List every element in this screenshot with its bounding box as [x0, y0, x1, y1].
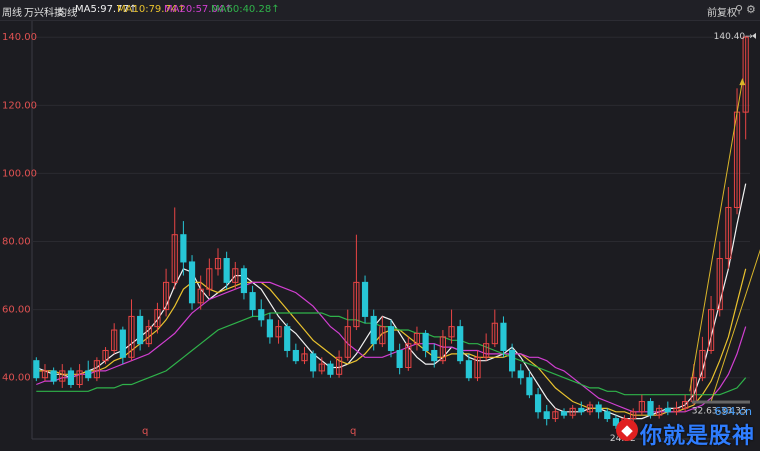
candle-body [119, 329, 126, 358]
lock-icon[interactable]: ⚲ [735, 3, 743, 16]
candle-body [67, 370, 75, 386]
candle-body [240, 268, 248, 294]
candle-body [387, 326, 395, 351]
candle-body [137, 315, 144, 345]
candle-body [396, 349, 403, 368]
candle-body [85, 370, 92, 379]
marker-q1: q [142, 426, 148, 437]
ma-label[interactable]: 均线 [57, 4, 77, 19]
gear-icon[interactable]: ⚙ [746, 3, 756, 16]
watermark: ◆ 694.cn 你就是股神 [614, 405, 760, 451]
candle-body [361, 281, 369, 317]
candle-body [180, 234, 187, 263]
ma60-value: MA60:40.28↑ [211, 4, 280, 15]
candle-body [310, 353, 317, 372]
candle-body [188, 261, 196, 304]
candle-body [509, 349, 516, 372]
arrowhead-icon [739, 78, 746, 86]
candle-body [457, 326, 464, 362]
candle-body [50, 370, 57, 382]
candle-body [595, 404, 602, 413]
marker-q2: q [350, 426, 356, 437]
y-tick-label: 60.00 [2, 305, 31, 316]
y-tick-label: 140.00 [2, 32, 37, 43]
annotations: 140.40→24.5232.63-33.35qq [142, 32, 756, 444]
moving-average-lines [36, 183, 747, 420]
candles [33, 35, 749, 429]
candle-body [517, 370, 524, 379]
candle-body [431, 349, 438, 362]
candle-body [223, 258, 230, 283]
candle-body [249, 292, 256, 311]
candle-body [33, 360, 40, 379]
candle-body [543, 411, 550, 420]
adjust-mode[interactable]: 前复权 [707, 4, 737, 19]
watermark-site: 694.cn [714, 405, 752, 418]
candle-body [370, 315, 377, 345]
candle-body [465, 360, 472, 379]
chart-header: 周线 万兴科技 均线 MA5:97.77↑ MA10:79.74↑ MA20:5… [0, 0, 760, 21]
watermark-text: 你就是股神 [640, 424, 756, 449]
chart-window: 周线 万兴科技 均线 MA5:97.77↑ MA10:79.74↑ MA20:5… [0, 0, 760, 451]
period-selector[interactable]: 周线 [2, 4, 22, 19]
candle-body [534, 394, 542, 413]
range-band [691, 400, 750, 404]
candle-body [500, 322, 507, 351]
candle-body [604, 411, 611, 420]
grid-lines [31, 21, 750, 440]
y-tick-label: 100.00 [2, 168, 37, 179]
candlestick-chart: 40.00 60.00 80.00 100.00 120.00 140.00 140.40… [2, 21, 760, 444]
candle-body [422, 332, 429, 351]
watermark-logo-icon: ◆ [616, 419, 638, 441]
candle-body [578, 407, 585, 413]
candle-body [258, 309, 265, 321]
y-tick-label: 40.00 [2, 373, 31, 384]
candle-body [284, 326, 291, 351]
y-tick-label: 120.00 [2, 100, 37, 111]
y-tick-label: 80.00 [2, 237, 31, 248]
max-price-label: 140.40→ [714, 32, 753, 42]
ma-line-ma5 [36, 183, 747, 420]
candle-body [526, 377, 533, 396]
candle-body [292, 349, 299, 362]
candle-body [560, 411, 568, 416]
candle-body [266, 319, 273, 338]
candle-body [327, 363, 334, 375]
